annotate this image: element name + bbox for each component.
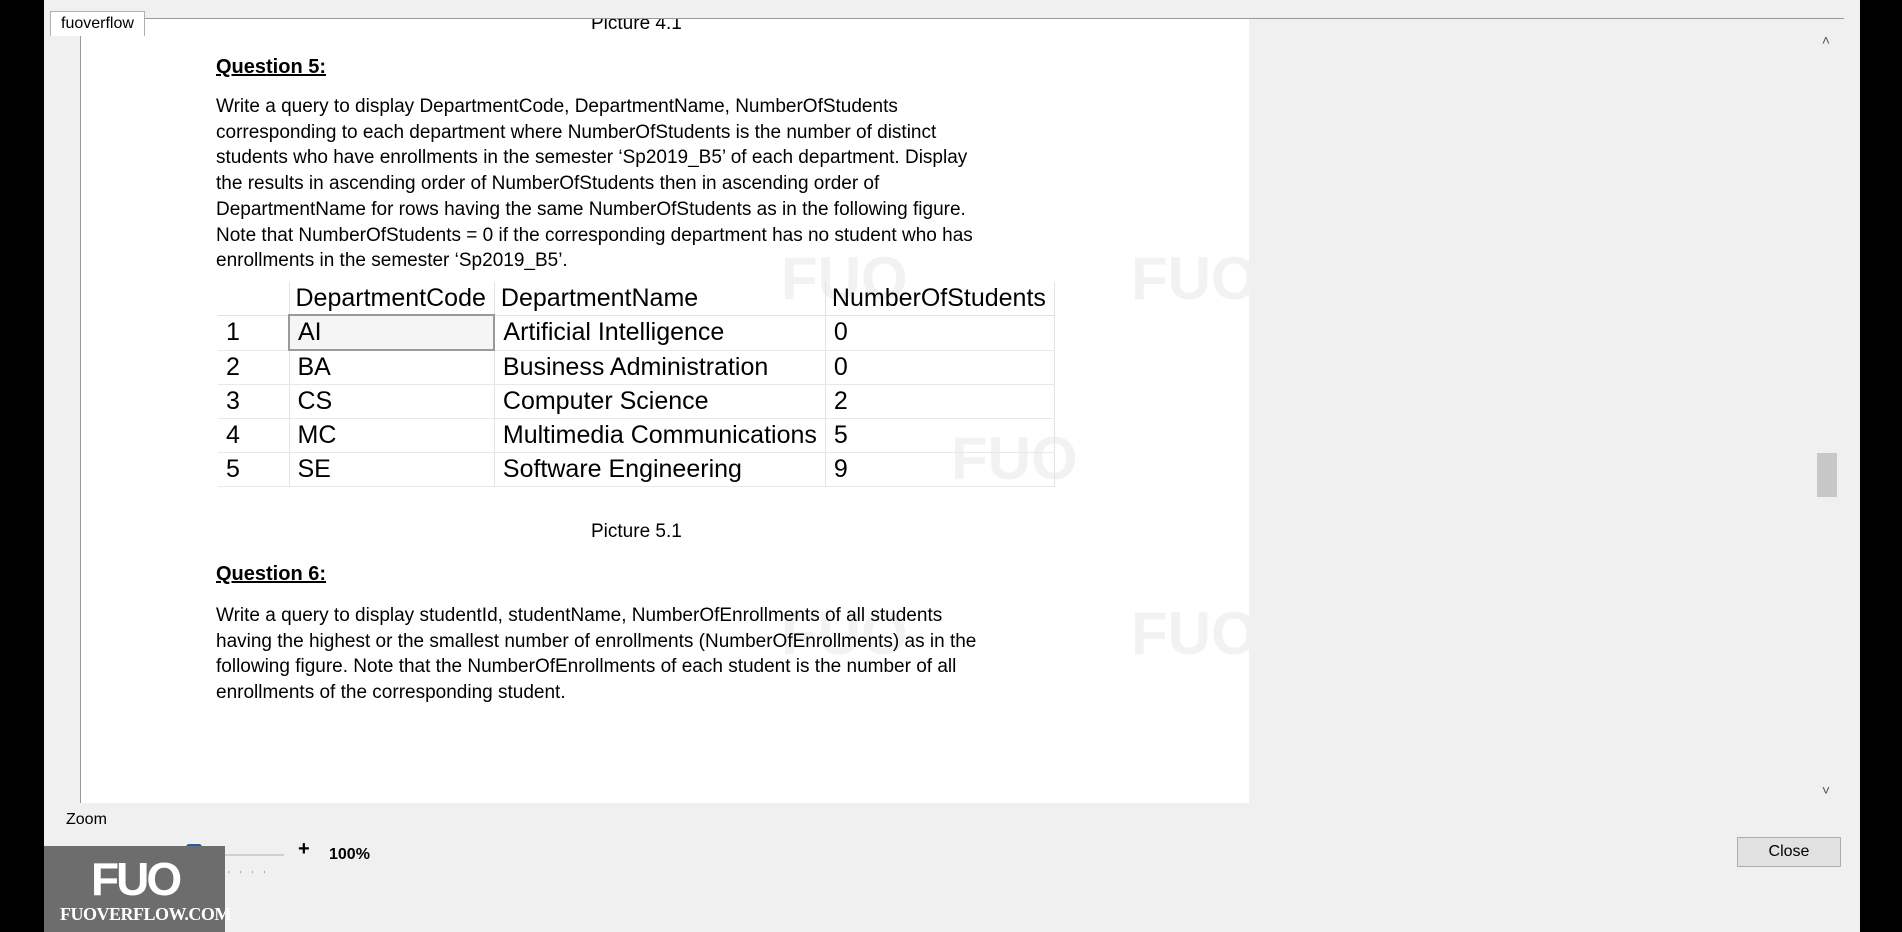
logo-mark: FUO (91, 853, 182, 905)
document-frame: FUO FUO FUO FUO FUO Picture 4.1 Question… (80, 18, 1844, 803)
table-row: 4 MC Multimedia Communications 5 (218, 418, 1055, 453)
picture-4-1-caption: Picture 4.1 (591, 19, 682, 34)
question-5-heading: Question 5: (216, 56, 327, 78)
question-6-line: Write a query to display studentId, stud… (216, 605, 943, 626)
question-5-line: DepartmentName for rows having the same … (216, 198, 966, 220)
vertical-scrollbar[interactable]: ˄ ˅ (1812, 19, 1840, 803)
result-table: DepartmentCode DepartmentName NumberOfSt… (218, 282, 1055, 487)
watermark: FUO (1131, 245, 1249, 312)
department-code-cell: CS (289, 384, 495, 419)
picture-5-1-caption: Picture 5.1 (591, 521, 682, 542)
question-5-line: Write a query to display DepartmentCode,… (216, 96, 898, 117)
row-number: 1 (218, 315, 290, 351)
department-name-cell: Computer Science (494, 384, 826, 419)
question-5-line: the results in ascending order of Number… (216, 173, 880, 195)
question-5-line: Note that NumberOfStudents = 0 if the co… (216, 224, 973, 246)
question-6-line: following figure. Note that the NumberOf… (216, 656, 957, 678)
row-number: 5 (218, 452, 290, 487)
number-of-students-cell: 2 (825, 384, 1055, 419)
table-row: 3 CS Computer Science 2 (218, 384, 1055, 419)
department-name-cell: Software Engineering (494, 452, 826, 487)
department-code-cell: BA (289, 350, 495, 385)
column-header-departmentcode: DepartmentCode (289, 282, 495, 316)
row-number: 4 (218, 418, 290, 453)
close-button[interactable]: Close (1737, 837, 1841, 867)
fuoverflow-logo: FUO FUOVERFLOW.COM (44, 846, 231, 932)
zoom-value: 100% (329, 846, 370, 863)
zoom-label: Zoom (66, 811, 107, 828)
table-row: 1 AI Artificial Intelligence 0 (218, 314, 1055, 351)
scrollbar-thumb[interactable] (1817, 453, 1837, 497)
question-6-heading: Question 6: (216, 563, 327, 585)
viewer-window: fuoverflow FUO FUO FUO FUO FUO Picture 4… (44, 0, 1860, 932)
column-header-departmentname: DepartmentName (494, 282, 826, 316)
column-header-rownum (218, 282, 290, 316)
question-5-line: enrollments in the semester ‘Sp2019_B5’. (216, 250, 568, 272)
question-5-line: corresponding to each department where N… (216, 121, 937, 143)
question-6-line: having the highest or the smallest numbe… (216, 630, 977, 652)
table-header-row: DepartmentCode DepartmentName NumberOfSt… (218, 282, 1055, 316)
question-6-line: enrollments of the corresponding student… (216, 682, 566, 704)
department-name-cell: Artificial Intelligence (494, 315, 826, 351)
document-page: FUO FUO FUO FUO FUO Picture 4.1 Question… (81, 19, 1249, 803)
zoom-in-button[interactable]: + (298, 838, 310, 861)
row-number: 2 (218, 350, 290, 385)
department-code-cell: SE (289, 452, 495, 487)
question-5-text: Write a query to display DepartmentCode,… (216, 94, 1086, 274)
department-code-cell: MC (289, 418, 495, 453)
column-header-numberofstudents: NumberOfStudents (825, 282, 1055, 316)
department-name-cell: Business Administration (494, 350, 826, 385)
scroll-down-icon[interactable]: ˅ (1812, 779, 1840, 801)
logo-text: FUOVERFLOW.COM (60, 904, 231, 924)
window-title-tab: fuoverflow (50, 11, 145, 36)
number-of-students-cell: 0 (825, 350, 1055, 385)
number-of-students-cell: 5 (825, 418, 1055, 453)
table-row: 5 SE Software Engineering 9 (218, 452, 1055, 487)
number-of-students-cell: 0 (825, 315, 1055, 351)
question-6-text: Write a query to display studentId, stud… (216, 603, 1086, 706)
question-5-line: students who have enrollments in the sem… (216, 147, 968, 169)
watermark: FUO (1131, 600, 1249, 667)
table-row: 2 BA Business Administration 0 (218, 350, 1055, 385)
number-of-students-cell: 9 (825, 452, 1055, 487)
row-number: 3 (218, 384, 290, 419)
scroll-up-icon[interactable]: ˄ (1812, 29, 1840, 51)
department-code-cell: AI (287, 314, 496, 351)
department-name-cell: Multimedia Communications (494, 418, 826, 453)
